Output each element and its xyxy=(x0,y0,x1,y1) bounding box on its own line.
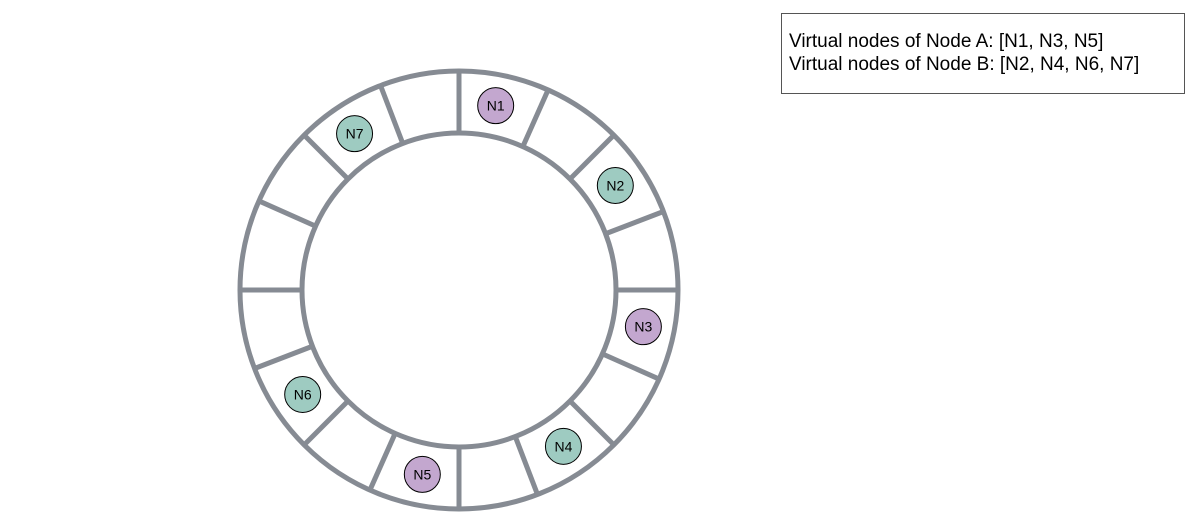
hash-ring xyxy=(237,68,681,512)
virtual-node-label: N3 xyxy=(634,319,652,335)
legend-node-b: Virtual nodes of Node B: [N2, N4, N6, N7… xyxy=(789,54,1140,75)
virtual-node-label: N1 xyxy=(487,98,505,114)
virtual-node-label: N7 xyxy=(346,126,364,142)
virtual-node-n7: N7 xyxy=(336,115,374,153)
virtual-node-n5: N5 xyxy=(403,455,441,493)
legend-node-a: Virtual nodes of Node A: [N1, N3, N5] xyxy=(789,31,1104,52)
ring-divider xyxy=(601,351,661,382)
legend-box: Virtual nodes of Node A: [N1, N3, N5] Vi… xyxy=(781,13,1185,94)
ring-inner-circle xyxy=(299,130,619,450)
virtual-node-label: N2 xyxy=(606,178,624,194)
ring-divider xyxy=(253,343,314,371)
ring-divider xyxy=(257,198,317,229)
ring-divider xyxy=(512,435,540,496)
virtual-nodes: N1 N2 N3 N4 N5 N6 N7 xyxy=(284,87,662,493)
virtual-node-n1: N1 xyxy=(477,87,515,125)
virtual-node-n2: N2 xyxy=(596,167,634,205)
virtual-node-n4: N4 xyxy=(544,427,582,465)
virtual-node-label: N6 xyxy=(294,386,312,402)
ring-divider xyxy=(378,84,406,145)
virtual-node-n3: N3 xyxy=(624,308,662,346)
virtual-node-n6: N6 xyxy=(284,375,322,413)
ring-divider xyxy=(604,209,665,237)
ring-divider xyxy=(520,88,551,148)
virtual-node-label: N5 xyxy=(413,466,431,482)
virtual-node-label: N4 xyxy=(554,438,572,454)
ring-divider xyxy=(367,432,398,492)
